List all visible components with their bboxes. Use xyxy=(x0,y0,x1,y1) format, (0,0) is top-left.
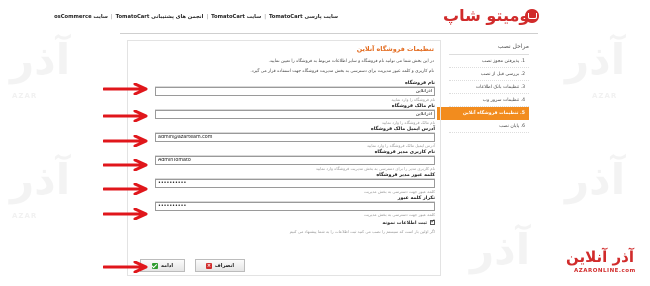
link-tomatocart[interactable]: سایت TomatoCart xyxy=(211,14,261,20)
link-separator: | xyxy=(110,14,113,20)
store-name-label: نام فروشگاه xyxy=(155,80,435,87)
link-separator: | xyxy=(206,14,209,20)
confirm-password-label: تکرار کلمه عبور xyxy=(155,195,435,202)
admin-password-hint: کلمه عبور جهت دسترسی به بخش مدیریت xyxy=(363,189,435,194)
link-tomatocart-persian[interactable]: سایت پارسی TomatoCart xyxy=(269,14,338,20)
close-icon: × xyxy=(205,262,212,269)
sample-data-label: ثبت اطلاعات نمونه xyxy=(382,221,427,226)
watermark: AZAR xyxy=(12,92,38,100)
admin-username-hint: نام کاربری مدیر را برای دسترسی به بخش مد… xyxy=(315,166,435,171)
step-item: 2. بررسی قبل از نصب xyxy=(449,68,529,81)
settings-form: نام فروشگاه نام فروشگاه را وارد نمایید ن… xyxy=(155,80,436,235)
owner-name-input[interactable] xyxy=(155,110,435,119)
intro-text: در این بخش شما می توانید نام فروشگاه و س… xyxy=(268,59,434,64)
watermark: آذر xyxy=(470,225,531,274)
header-divider xyxy=(120,33,538,34)
confirm-password-input[interactable] xyxy=(155,202,435,211)
link-separator: | xyxy=(264,14,266,20)
owner-name-group: نام مالک فروشگاه نام مالک فروشگاه را وار… xyxy=(155,103,435,126)
admin-username-input[interactable] xyxy=(155,156,435,165)
page-title: تنظیمات فروشگاه آنلاین xyxy=(356,45,434,53)
step-item-active: 5. تنظیمات فروشگاه آنلاین xyxy=(437,107,529,120)
sample-data-row: ثبت اطلاعات نمونه xyxy=(155,218,436,228)
steps-list: 1. پذیرفتن مجوز نصب 2. بررسی قبل از نصب … xyxy=(437,55,529,133)
logo: توميتو شاپ xyxy=(443,6,539,30)
watermark: آذر xyxy=(10,35,71,84)
admin-password-label: کلمه عبور مدیر فروشگاه xyxy=(155,172,435,179)
cart-logo-icon xyxy=(525,9,539,23)
admin-password-input[interactable] xyxy=(155,179,435,188)
owner-email-input[interactable] xyxy=(155,133,435,142)
sidebar: مراحل نصب 1. پذیرفتن مجوز نصب 2. بررسی ق… xyxy=(437,40,529,186)
header-links: سایت پارسی TomatoCart|سایت TomatoCart|ان… xyxy=(54,14,338,20)
step-item: 1. پذیرفتن مجوز نصب xyxy=(449,55,529,68)
intro-text: نام کاربری و کلمه عبور مدیریت برای دسترس… xyxy=(250,69,434,74)
brand-logo: آذر آنلاین AZARONLINE.com xyxy=(560,248,640,278)
confirm-password-group: تکرار کلمه عبور کلمه عبور جهت دسترسی به … xyxy=(155,195,435,218)
arrow-annotation-icon xyxy=(103,208,148,220)
step-item: 6. پایان نصب xyxy=(449,120,529,133)
step-item: 4. تنظیمات سرور وب xyxy=(449,94,529,107)
sample-data-hint: اگر اولین بار است که سیستم را نصب می کنی… xyxy=(289,229,435,234)
brand-name: آذر آنلاین xyxy=(566,248,634,266)
arrow-annotation-icon xyxy=(103,110,148,122)
store-name-input[interactable] xyxy=(155,87,435,96)
arrow-annotation-icon xyxy=(103,183,148,195)
confirm-password-hint: کلمه عبور جهت دسترسی به بخش مدیریت xyxy=(363,212,435,217)
arrow-annotation-icon xyxy=(103,135,148,147)
owner-email-hint: آدرس ایمیل مالک فروشگاه را وارد نمایید xyxy=(366,143,435,148)
owner-name-hint: نام مالک فروشگاه را وارد نمایید xyxy=(381,120,435,125)
link-support-forums[interactable]: انجمن های پشتیبانی TomatoCart xyxy=(116,14,204,20)
watermark: AZAR xyxy=(592,92,618,100)
step-item: 3. تنظیمات بانک اطلاعات xyxy=(449,81,529,94)
next-button-label: ادامه xyxy=(160,262,174,269)
cancel-button[interactable]: × انصراف xyxy=(195,259,245,272)
arrow-annotation-icon xyxy=(103,159,148,171)
arrow-annotation-icon xyxy=(103,261,148,273)
arrow-annotation-icon xyxy=(103,83,148,95)
sample-data-checkbox[interactable] xyxy=(430,218,436,226)
admin-username-group: نام کاربری مدیر فروشگاه نام کاربری مدیر … xyxy=(155,149,435,172)
sidebar-title: مراحل نصب xyxy=(449,40,529,55)
owner-email-group: آدرس ایمیل مالک فروشگاه آدرس ایمیل مالک … xyxy=(155,126,435,149)
store-name-group: نام فروشگاه نام فروشگاه را وارد نمایید xyxy=(155,80,435,103)
logo-text: توميتو شاپ xyxy=(443,6,536,25)
brand-domain: AZARONLINE.com xyxy=(574,268,636,274)
watermark: AZAR xyxy=(12,212,38,220)
watermark: آذر xyxy=(565,155,626,204)
store-name-hint: نام فروشگاه را وارد نمایید xyxy=(391,97,435,102)
owner-name-label: نام مالک فروشگاه xyxy=(155,103,435,110)
watermark: آذر xyxy=(10,155,71,204)
admin-username-label: نام کاربری مدیر فروشگاه xyxy=(155,149,435,156)
cancel-button-label: انصراف xyxy=(214,262,235,269)
admin-password-group: کلمه عبور مدیر فروشگاه کلمه عبور جهت دست… xyxy=(155,172,435,195)
watermark: آذر xyxy=(565,35,626,84)
owner-email-label: آدرس ایمیل مالک فروشگاه xyxy=(155,126,435,133)
link-oscommerce[interactable]: سایت osCommerce xyxy=(54,14,108,20)
